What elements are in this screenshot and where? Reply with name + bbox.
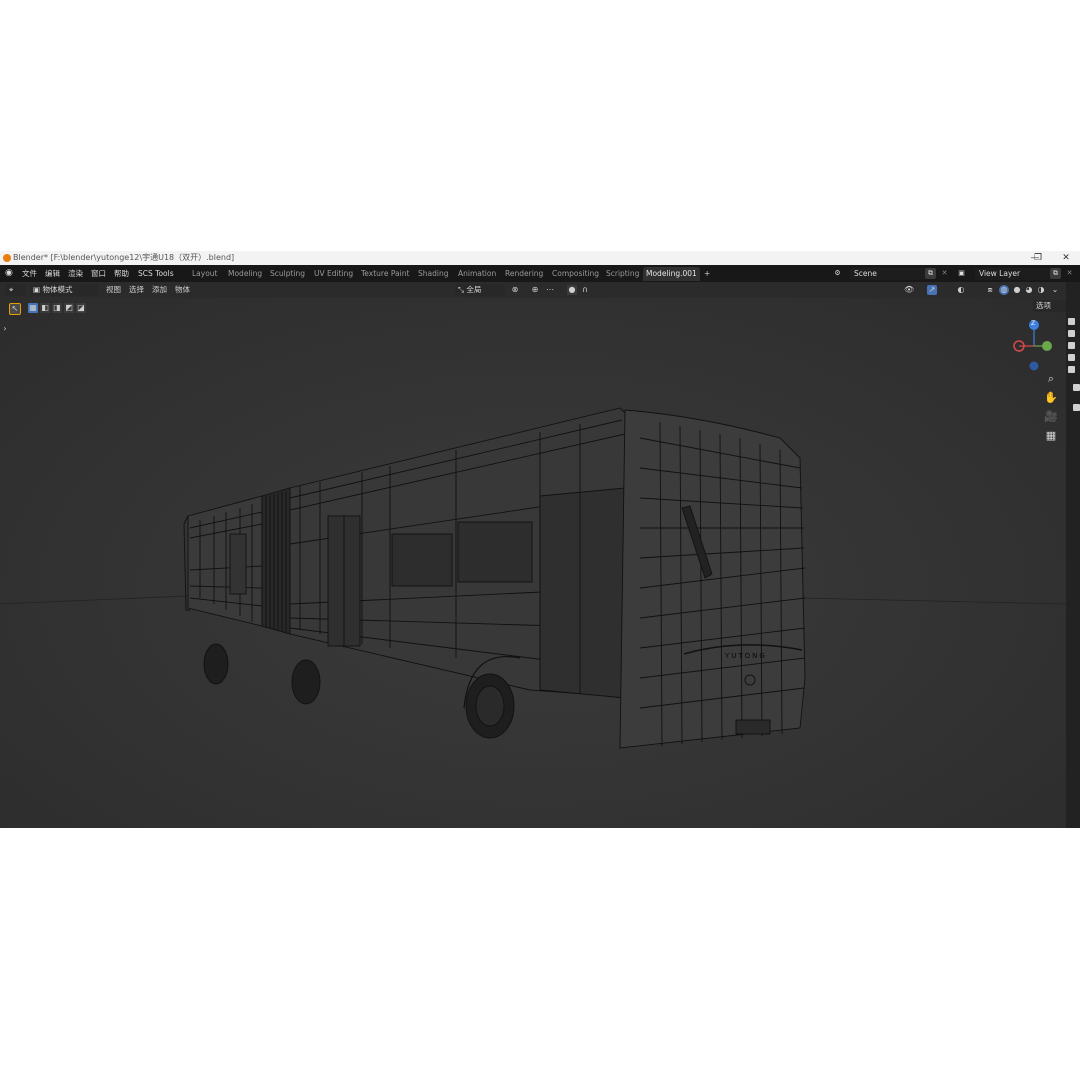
tab-texture-paint[interactable]: Texture Paint	[358, 267, 412, 281]
perspective-grid-icon[interactable]: ▦	[1043, 428, 1059, 444]
toolbar-expand-icon[interactable]: ›	[0, 324, 10, 334]
tab-modeling[interactable]: Modeling	[225, 267, 265, 281]
transform-orientation-dropdown[interactable]: ⤡ 全局	[455, 284, 505, 296]
delete-scene-icon[interactable]: ✕	[939, 268, 950, 279]
tab-sculpting[interactable]: Sculpting	[267, 267, 308, 281]
select-intersect-icon[interactable]: ◪	[76, 303, 86, 313]
close-button[interactable]: ✕	[1052, 251, 1080, 265]
shading-options-icon[interactable]: ⌄	[1050, 285, 1060, 295]
rendered-shading-icon[interactable]: ◑	[1036, 285, 1046, 295]
scene-icon[interactable]: ⚙	[832, 268, 843, 279]
3d-viewport[interactable]: YUTONG ↖ ▦ ◧ ◨ ◩ ◪ › 选项 Z ⌕ ✋ 🎥 ▦	[0, 298, 1067, 828]
blender-window: Blender* [F:\blender\yutonge12\宇通U18（双开）…	[0, 251, 1080, 828]
menu-window[interactable]: 窗口	[91, 265, 106, 282]
tab-animation[interactable]: Animation	[455, 267, 499, 281]
tab-uv-editing[interactable]: UV Editing	[311, 267, 356, 281]
tab-layout[interactable]: Layout	[189, 267, 221, 281]
bus-body	[183, 407, 806, 749]
menu-help[interactable]: 帮助	[114, 265, 129, 282]
gizmo-toggle-icon[interactable]: ↗	[927, 285, 937, 295]
view-layer-field[interactable]: View Layer	[975, 268, 1051, 280]
orientation-label: 全局	[466, 285, 482, 294]
blender-menu-icon[interactable]: ◉	[5, 265, 13, 282]
sidebar-tab[interactable]	[1068, 354, 1075, 361]
top-bar: ◉ 文件 编辑 渲染 窗口 帮助 SCS Tools Layout Modeli…	[0, 265, 1080, 282]
visibility-icon[interactable]: 👁	[904, 285, 914, 295]
menu-file[interactable]: 文件	[22, 265, 37, 282]
navigation-gizmo[interactable]: Z	[1008, 316, 1058, 372]
solid-shading-icon[interactable]: ●	[1012, 285, 1022, 295]
delete-view-layer-icon[interactable]: ✕	[1064, 268, 1075, 279]
select-subtract-icon[interactable]: ◨	[52, 303, 62, 313]
falloff-icon[interactable]: ∩	[580, 285, 590, 295]
select-invert-icon[interactable]: ◩	[64, 303, 74, 313]
menu-render[interactable]: 渲染	[68, 265, 83, 282]
mode-label: 物体模式	[42, 285, 73, 294]
blender-logo-icon	[3, 254, 11, 262]
sidebar-tab[interactable]	[1073, 404, 1080, 411]
tab-scripting[interactable]: Scripting	[603, 267, 642, 281]
new-scene-icon[interactable]: ⧉	[925, 268, 936, 279]
overlays-icon[interactable]: ◐	[956, 285, 966, 295]
editor-type-icon[interactable]: ⌖	[6, 284, 26, 296]
menu-add[interactable]: 添加	[152, 282, 167, 298]
menu-select[interactable]: 选择	[129, 282, 144, 298]
xray-icon[interactable]: ⧈	[985, 285, 995, 295]
bus-brand-text: YUTONG	[724, 652, 767, 660]
menu-scs-tools[interactable]: SCS Tools	[138, 265, 174, 282]
sidebar-tab[interactable]	[1068, 342, 1075, 349]
tab-modeling-001[interactable]: Modeling.001	[643, 267, 700, 281]
sidebar-tab[interactable]	[1068, 330, 1075, 337]
tab-shading[interactable]: Shading	[415, 267, 451, 281]
add-workspace-button[interactable]: +	[701, 267, 713, 281]
select-extend-icon[interactable]: ◧	[40, 303, 50, 313]
pan-hand-icon[interactable]: ✋	[1043, 390, 1059, 406]
wireframe-shading-icon[interactable]: ◍	[999, 285, 1009, 295]
snap-icon[interactable]: ⊕	[530, 285, 540, 295]
grid-floor-line	[799, 597, 1066, 605]
tab-rendering[interactable]: Rendering	[502, 267, 546, 281]
mode-dropdown[interactable]: ▣ 物体模式	[30, 284, 98, 296]
select-new-icon[interactable]: ▦	[28, 303, 38, 313]
viewport-header: ⌖ ▣ 物体模式 视图 选择 添加 物体 ⤡ 全局 ⊗ ⊕ ⋯ ● ∩ 👁 ↗ …	[0, 282, 1066, 298]
maximize-button[interactable]: ❐	[1024, 251, 1052, 265]
pivot-icon[interactable]: ⊗	[510, 285, 520, 295]
sidebar-tab[interactable]	[1068, 366, 1075, 373]
menu-object[interactable]: 物体	[175, 282, 190, 298]
zoom-icon[interactable]: ⌕	[1043, 371, 1059, 387]
camera-view-icon[interactable]: 🎥	[1043, 409, 1059, 425]
tab-compositing[interactable]: Compositing	[549, 267, 602, 281]
view-layer-icon[interactable]: ▣	[956, 268, 967, 279]
window-title: Blender* [F:\blender\yutonge12\宇通U18（双开）…	[13, 253, 235, 262]
bus-wireframe-model: YUTONG	[0, 407, 1066, 749]
menu-edit[interactable]: 编辑	[45, 265, 60, 282]
snap-target-icon[interactable]: ⋯	[545, 285, 555, 295]
proportional-edit-icon[interactable]: ●	[567, 285, 577, 295]
new-view-layer-icon[interactable]: ⧉	[1050, 268, 1061, 279]
sidebar-tab[interactable]	[1068, 318, 1075, 325]
window-title-bar: Blender* [F:\blender\yutonge12\宇通U18（双开）…	[0, 251, 1080, 265]
gizmo-z-label: Z	[1031, 320, 1036, 327]
menu-view[interactable]: 视图	[106, 282, 121, 298]
material-shading-icon[interactable]: ◕	[1024, 285, 1034, 295]
scene-field[interactable]: Scene	[850, 268, 926, 280]
options-dropdown[interactable]: 选项	[1033, 300, 1067, 312]
sidebar-tab-strip	[1066, 282, 1080, 828]
sidebar-tab[interactable]	[1073, 384, 1080, 391]
select-tool-icon[interactable]: ↖	[9, 303, 21, 315]
